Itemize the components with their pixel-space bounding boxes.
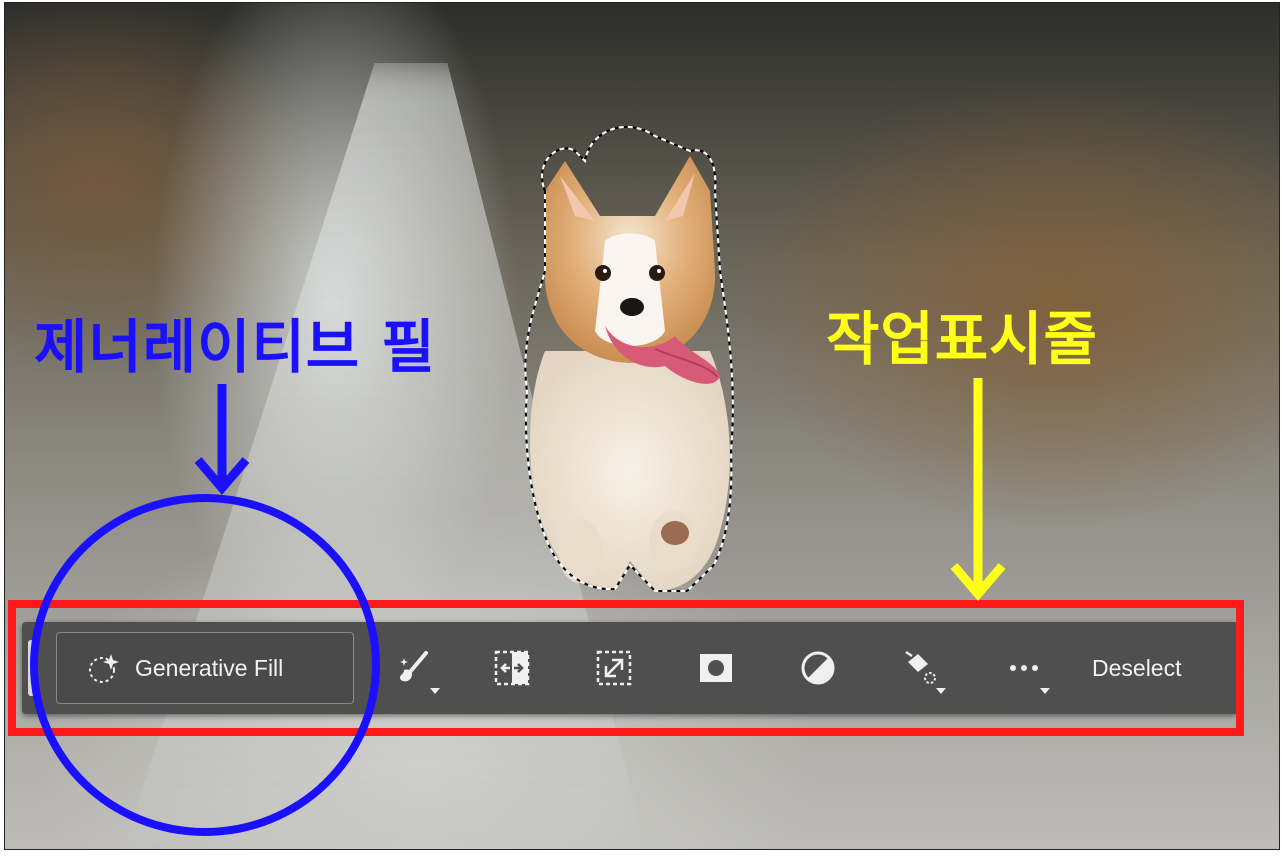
generative-fill-highlight-circle [30, 494, 380, 836]
generative-fill-annotation-label: 제너레이티브 필 [34, 313, 436, 381]
blue-arrow-down-icon [194, 384, 250, 495]
yellow-arrow-down-icon [950, 378, 1006, 601]
selected-dog [524, 126, 734, 592]
taskbar-annotation-label: 작업표시줄 [826, 305, 1098, 373]
